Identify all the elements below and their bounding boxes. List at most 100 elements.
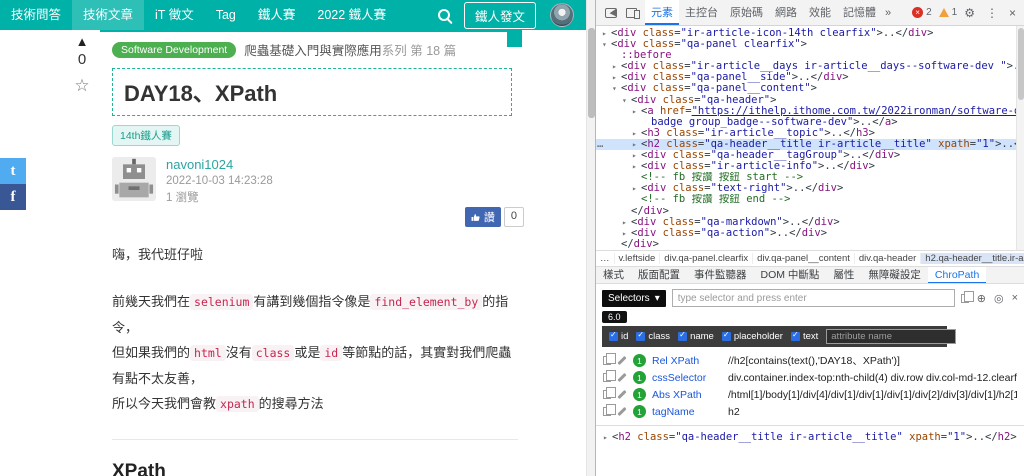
devtools-subtab-2[interactable]: 事件監聽器 xyxy=(687,267,754,283)
checkbox-checked-icon[interactable] xyxy=(790,330,800,341)
fb-like-button[interactable]: 讚 xyxy=(464,207,501,227)
expand-arrow[interactable]: ▸ xyxy=(632,139,641,150)
series-link[interactable]: 爬蟲基礎入門與實際應用 xyxy=(244,44,382,58)
devtools-subtab-3[interactable]: DOM 中斷點 xyxy=(754,267,827,283)
edit-icon[interactable] xyxy=(617,372,627,383)
copy-icon[interactable] xyxy=(603,353,616,365)
dom-tree-node[interactable]: ::before xyxy=(596,50,1016,61)
dom-tree-node[interactable]: ▸ <h3 class="ir-article__topic">..</h3> xyxy=(596,128,1016,139)
checkbox-checked-icon[interactable] xyxy=(636,330,646,341)
devtools-subtab-1[interactable]: 版面配置 xyxy=(631,267,687,283)
settings-gear-icon[interactable]: ⚙ xyxy=(960,6,979,20)
dom-tree-node[interactable]: </div> xyxy=(596,239,1016,250)
devtools-tab-3[interactable]: 網路 xyxy=(769,0,803,25)
expand-arrow[interactable]: ▸ xyxy=(632,183,641,194)
upvote-icon[interactable]: ▲ xyxy=(70,34,94,49)
expand-arrow[interactable]: ▸ xyxy=(603,433,612,442)
group-badge[interactable]: Software Development xyxy=(112,41,237,58)
copy-icon[interactable] xyxy=(603,370,616,382)
dom-tree-node[interactable]: <!-- fb 按讚 按鈕 end --> xyxy=(596,194,1016,205)
breadcrumb-item[interactable]: … xyxy=(596,253,615,264)
user-avatar[interactable] xyxy=(550,3,574,27)
nav-item-0[interactable]: 技術問答 xyxy=(0,0,72,30)
device-toolbar-icon[interactable] xyxy=(626,7,640,19)
dom-tree-node[interactable]: ▸ <a href="https://ithelp.ithome.com.tw/2… xyxy=(596,106,1016,117)
dom-tree-node[interactable]: ▸ <div class="qa-action">..</div> xyxy=(596,228,1016,239)
expand-arrow[interactable]: ▸ xyxy=(632,161,641,172)
copy-icon[interactable] xyxy=(960,290,974,303)
checkbox-checked-icon[interactable] xyxy=(678,330,688,341)
devtools-scrollbar-thumb[interactable] xyxy=(1018,28,1024,100)
checkbox-checked-icon[interactable] xyxy=(609,330,618,341)
devtools-tab-5[interactable]: 記憶體 xyxy=(837,0,882,25)
more-actions-icon[interactable]: … xyxy=(597,139,603,150)
filter-class[interactable]: class xyxy=(636,330,670,342)
edit-icon[interactable] xyxy=(617,355,627,366)
devtools-subtab-6[interactable]: ChroPath xyxy=(927,267,987,283)
dom-tree-node[interactable]: ▸ <div class="qa-panel__side">..</div> xyxy=(596,72,1016,83)
search-icon[interactable] xyxy=(437,9,450,21)
dom-tree-node[interactable]: ▸ <div class="ir-article-info">..</div> xyxy=(596,161,1016,172)
expand-arrow[interactable]: ▸ xyxy=(632,106,641,117)
dom-tree-node[interactable]: … ▸ <h2 class="qa-header__title ir-article… xyxy=(596,138,1016,151)
dom-tree-node[interactable]: ▸ <div class="qa-header__tagGroup">..</di… xyxy=(596,150,1016,161)
dom-tree-node[interactable]: <!-- fb 按讚 按鈕 start --> xyxy=(596,172,1016,183)
bookmark-star-icon[interactable]: ☆ xyxy=(70,76,94,96)
dom-tree-node[interactable]: ▾ <div class="qa-panel__content"> xyxy=(596,83,1016,94)
inspect-element-icon[interactable] xyxy=(605,7,617,18)
nav-item-1[interactable]: 技術文章 xyxy=(72,0,145,30)
dom-tree-node[interactable]: </div> xyxy=(596,206,1016,217)
devtools-subtab-0[interactable]: 樣式 xyxy=(596,267,631,283)
breadcrumb-item[interactable]: div.qa-panel.clearfix xyxy=(660,253,754,264)
nav-item-2[interactable]: iT 徵文 xyxy=(144,0,205,30)
kebab-menu-icon[interactable]: ⋮ xyxy=(982,6,1002,20)
devtools-subtab-5[interactable]: 無障礙設定 xyxy=(861,267,928,283)
edit-icon[interactable] xyxy=(617,406,627,417)
expand-arrow[interactable]: ▸ xyxy=(632,128,641,139)
twitter-share-button[interactable]: t xyxy=(0,158,26,184)
filter-text[interactable]: text xyxy=(790,330,818,342)
breadcrumb-item[interactable]: h2.qa-header__title.ir-article__title xyxy=(921,253,1024,264)
dom-tree-node[interactable]: ▸ <div class="ir-article__days ir-article… xyxy=(596,61,1016,72)
warning-icon[interactable] xyxy=(938,8,949,17)
expand-arrow[interactable]: ▾ xyxy=(602,39,611,50)
copy-icon[interactable] xyxy=(603,404,616,416)
filter-placeholder[interactable]: placeholder xyxy=(721,330,783,342)
dom-tree-node[interactable]: ▾ <div class="qa-header"> xyxy=(596,95,1016,106)
author-username[interactable]: navoni1024 xyxy=(166,157,273,172)
nav-item-4[interactable]: 鐵人賽 xyxy=(247,0,307,30)
more-tabs-chevron-icon[interactable]: » xyxy=(882,7,894,19)
nav-item-5[interactable]: 2022 鐵人賽 xyxy=(306,0,397,30)
page-scrollbar[interactable] xyxy=(586,0,595,476)
devtools-tab-1[interactable]: 主控台 xyxy=(679,0,724,25)
expand-arrow[interactable]: ▸ xyxy=(632,150,641,161)
attribute-name-input[interactable] xyxy=(826,329,957,344)
expand-arrow[interactable]: ▸ xyxy=(612,72,621,83)
error-icon[interactable] xyxy=(912,7,924,18)
expand-arrow[interactable]: ▸ xyxy=(622,228,631,239)
dom-tree-node[interactable]: ▸ <div class="ir-article-icon-14th clearf… xyxy=(596,28,1016,39)
target-icon[interactable]: ◎ xyxy=(994,292,1004,305)
dom-tree-node[interactable]: ▸ <div class="text-right">..</div> xyxy=(596,183,1016,194)
checkbox-checked-icon[interactable] xyxy=(721,330,731,341)
devtools-tab-0[interactable]: 元素 xyxy=(645,0,679,25)
selectors-dropdown[interactable]: Selectors ▾ xyxy=(602,289,666,307)
dom-tree-node[interactable]: badge group_badge--software-dev">..</a> xyxy=(596,117,1016,128)
expand-arrow[interactable]: ▸ xyxy=(622,217,631,228)
selector-input[interactable] xyxy=(671,289,955,307)
breadcrumb-item[interactable]: div.qa-panel__content xyxy=(753,253,855,264)
matched-node-preview[interactable]: ▸ <h2 class="qa-header__title ir-article_… xyxy=(596,425,1024,448)
scrollbar-thumb[interactable] xyxy=(588,28,595,118)
expand-arrow[interactable]: ▸ xyxy=(612,61,621,72)
nav-item-3[interactable]: Tag xyxy=(205,0,247,30)
filter-id[interactable]: id xyxy=(609,330,628,342)
post-article-button[interactable]: 鐵人發文 xyxy=(463,1,536,29)
edit-icon[interactable] xyxy=(617,389,627,400)
expand-arrow[interactable]: ▾ xyxy=(622,95,631,106)
copy-icon[interactable] xyxy=(603,387,616,399)
facebook-share-button[interactable]: f xyxy=(0,184,26,210)
devtools-subtab-4[interactable]: 屬性 xyxy=(826,267,861,283)
close-devtools-icon[interactable]: × xyxy=(1005,6,1020,20)
expand-arrow[interactable]: ▾ xyxy=(612,83,621,94)
devtools-scrollbar[interactable] xyxy=(1016,26,1024,250)
